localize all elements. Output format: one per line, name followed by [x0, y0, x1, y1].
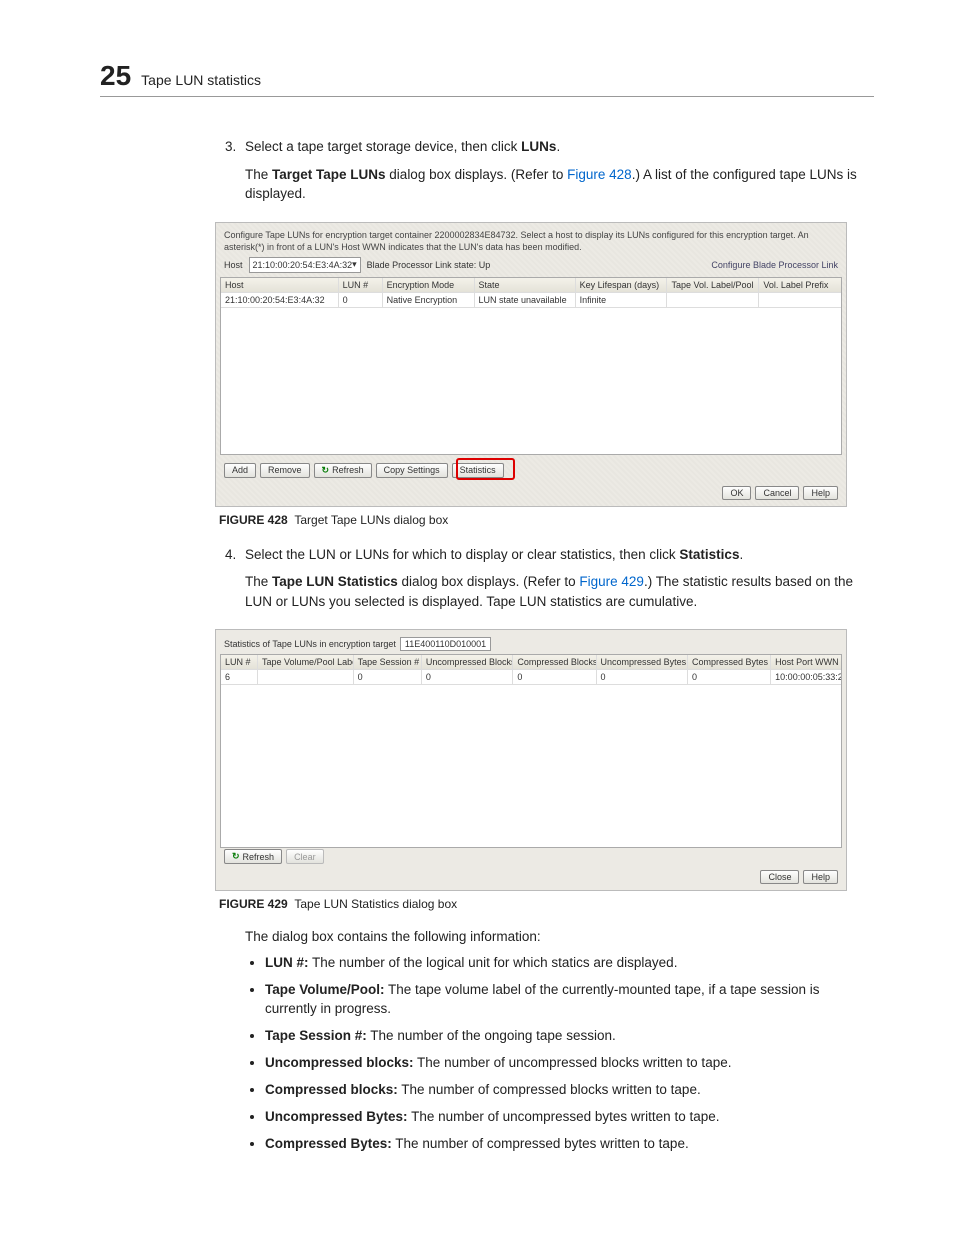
figure-429-link[interactable]: Figure 429 — [579, 574, 644, 589]
luns-table: Host LUN # Encryption Mode State Key Lif… — [220, 277, 842, 455]
host-dropdown[interactable]: 21:10:00:20:54:E3:4A:32 ▾ — [249, 257, 361, 273]
stats-header: Statistics of Tape LUNs in encryption ta… — [224, 637, 491, 651]
tape-lun-statistics-dialog: Statistics of Tape LUNs in encryption ta… — [215, 629, 847, 891]
add-button[interactable]: Add — [224, 463, 256, 478]
refresh-button[interactable]: Refresh — [314, 463, 372, 478]
dialog-description: Configure Tape LUNs for encryption targe… — [224, 229, 838, 253]
close-button[interactable]: Close — [760, 870, 799, 884]
list-item: Compressed blocks: The number of compres… — [265, 1081, 874, 1100]
dialog-action-row: Add Remove Refresh Copy Settings Statist… — [224, 463, 504, 478]
cancel-button[interactable]: Cancel — [755, 486, 799, 500]
step-4: 4. Select the LUN or LUNs for which to d… — [225, 545, 874, 565]
copy-settings-button[interactable]: Copy Settings — [376, 463, 448, 478]
table-row[interactable]: 21:10:00:20:54:E3:4A:32 0 Native Encrypt… — [221, 293, 841, 308]
dialog-action-row: Refresh Clear — [224, 849, 324, 864]
figure-429-caption: FIGURE 429 Tape LUN Statistics dialog bo… — [219, 897, 874, 911]
field-descriptions: LUN #: The number of the logical unit fo… — [265, 954, 874, 1153]
dialog-footer-row: OK Cancel Help — [722, 486, 838, 500]
figure-428: Configure Tape LUNs for encryption targe… — [215, 222, 874, 527]
figure-428-caption: FIGURE 428 Target Tape LUNs dialog box — [219, 513, 874, 527]
remove-button[interactable]: Remove — [260, 463, 310, 478]
statistics-button[interactable]: Statistics — [452, 463, 504, 478]
stats-table: LUN # Tape Volume/Pool Label Tape Sessio… — [220, 654, 842, 848]
table-row[interactable]: 6 0 0 0 0 0 10:00:00:05:33:2... — [221, 670, 841, 685]
refresh-icon — [322, 465, 330, 476]
bp-link-state: Blade Processor Link state: Up — [367, 260, 491, 270]
step-4-paragraph: The Tape LUN Statistics dialog box displ… — [245, 572, 874, 611]
refresh-button[interactable]: Refresh — [224, 849, 282, 864]
table-header: Host LUN # Encryption Mode State Key Lif… — [221, 278, 841, 293]
info-intro: The dialog box contains the following in… — [245, 929, 874, 944]
list-item: Uncompressed blocks: The number of uncom… — [265, 1054, 874, 1073]
host-label: Host — [224, 260, 243, 270]
target-id-field: 11E400110D010001 — [400, 637, 491, 651]
configure-bp-link[interactable]: Configure Blade Processor Link — [711, 260, 838, 270]
step-3-paragraph: The Target Tape LUNs dialog box displays… — [245, 165, 874, 204]
ok-button[interactable]: OK — [722, 486, 751, 500]
host-row: Host 21:10:00:20:54:E3:4A:32 ▾ Blade Pro… — [224, 257, 838, 273]
table-header: LUN # Tape Volume/Pool Label Tape Sessio… — [221, 655, 841, 670]
list-item: Tape Volume/Pool: The tape volume label … — [265, 981, 874, 1019]
list-item: Tape Session #: The number of the ongoin… — [265, 1027, 874, 1046]
page-header: 25 Tape LUN statistics — [100, 60, 874, 97]
refresh-icon — [232, 851, 240, 862]
figure-428-link[interactable]: Figure 428 — [567, 167, 632, 182]
list-item: Uncompressed Bytes: The number of uncomp… — [265, 1108, 874, 1127]
list-item: LUN #: The number of the logical unit fo… — [265, 954, 874, 973]
list-item: Compressed Bytes: The number of compress… — [265, 1135, 874, 1154]
figure-429: Statistics of Tape LUNs in encryption ta… — [215, 629, 874, 911]
step-3: 3. Select a tape target storage device, … — [225, 137, 874, 157]
chapter-title: Tape LUN statistics — [141, 72, 261, 88]
chevron-down-icon: ▾ — [352, 259, 357, 270]
help-button[interactable]: Help — [803, 486, 838, 500]
clear-button[interactable]: Clear — [286, 849, 324, 864]
dialog-footer-row: Close Help — [760, 870, 838, 884]
chapter-number: 25 — [100, 60, 131, 92]
help-button[interactable]: Help — [803, 870, 838, 884]
target-tape-luns-dialog: Configure Tape LUNs for encryption targe… — [215, 222, 847, 507]
